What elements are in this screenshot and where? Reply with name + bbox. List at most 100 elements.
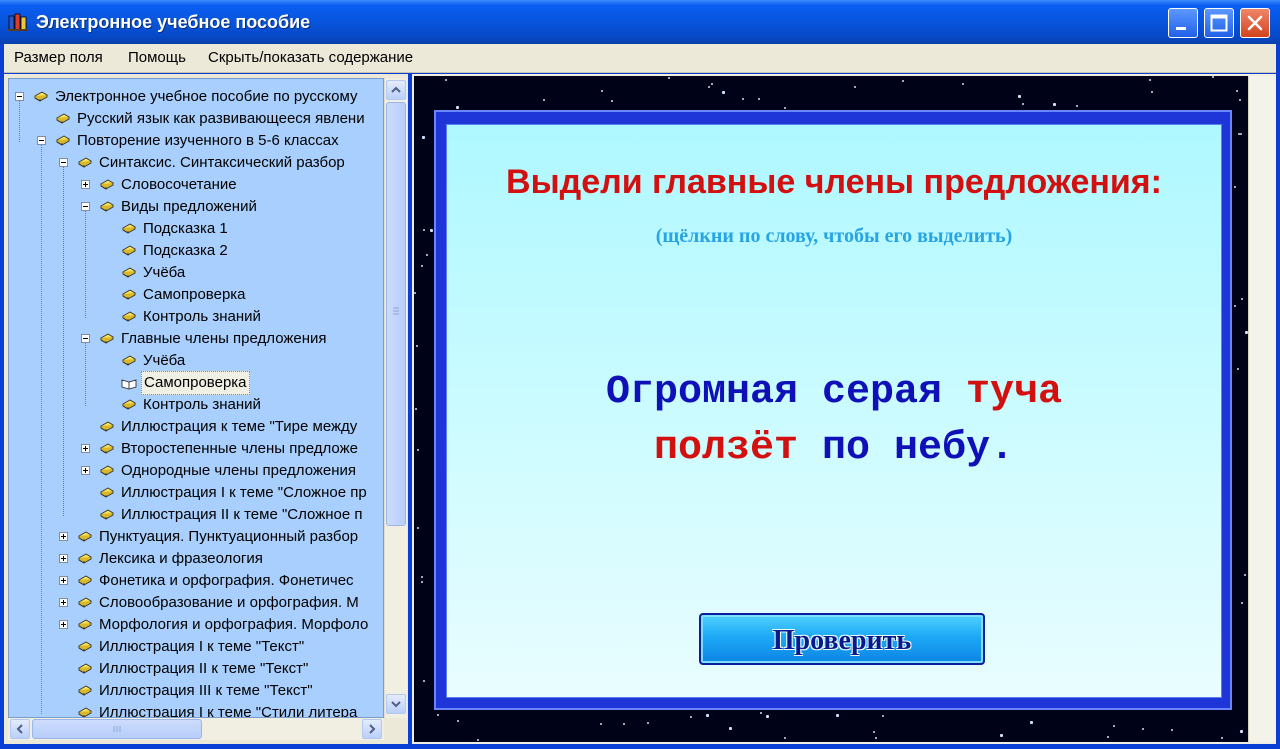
exercise-frame: Выдели главные члены предложения: (щёлкн…: [434, 110, 1232, 710]
star-decoration: [875, 737, 877, 739]
star-decoration: [1142, 728, 1144, 730]
star-decoration: [421, 581, 423, 583]
tree-item-label: Синтаксис. Синтаксический разбор: [99, 154, 345, 171]
star-decoration: [1234, 305, 1236, 307]
star-decoration: [758, 98, 760, 100]
check-button[interactable]: Проверить: [699, 613, 985, 665]
scroll-left-button[interactable]: [10, 719, 30, 739]
closed-book-icon: [100, 201, 114, 212]
tree-item-label: Словосочетание: [121, 176, 237, 193]
expand-icon[interactable]: [59, 554, 68, 563]
closed-book-icon: [56, 135, 70, 146]
scroll-right-button[interactable]: [362, 719, 382, 739]
menu-toggle-contents[interactable]: Скрыть/показать содержание: [208, 49, 413, 66]
star-decoration: [611, 100, 613, 102]
maximize-button[interactable]: [1204, 8, 1234, 38]
collapse-icon[interactable]: [37, 136, 46, 145]
expand-icon[interactable]: [59, 576, 68, 585]
tree-item-label: Пунктуация. Пунктуационный разбор: [99, 528, 359, 545]
sentence-line: Огромная серая туча: [447, 365, 1221, 421]
star-decoration: [423, 680, 425, 682]
star-decoration: [445, 79, 447, 81]
expand-icon[interactable]: [59, 532, 68, 541]
star-decoration: [422, 136, 425, 139]
chevron-up-icon: [391, 86, 401, 93]
tree-item-label: Электронное учебное пособие по русскому: [55, 88, 358, 105]
star-decoration: [1171, 729, 1173, 731]
expand-icon[interactable]: [81, 466, 90, 475]
tree-item-label: Словообразование и орфография. М: [99, 594, 359, 611]
chevron-left-icon: [16, 724, 23, 734]
tree-item-label: Иллюстрация к теме "Тире между: [121, 418, 358, 435]
close-icon: [1247, 15, 1263, 31]
tree-item-label: Контроль знаний: [143, 308, 261, 325]
menu-help[interactable]: Помощь: [128, 49, 186, 66]
collapse-icon[interactable]: [15, 92, 24, 101]
tree-item-label: Виды предложений: [121, 198, 257, 215]
maximize-icon: [1210, 14, 1228, 32]
tree-guide-line: [19, 98, 20, 142]
title-bar[interactable]: Электронное учебное пособие: [0, 0, 1280, 44]
closed-book-icon: [78, 597, 92, 608]
chevron-right-icon: [369, 724, 376, 734]
closed-book-icon: [100, 487, 114, 498]
tree-item-label: Иллюстрация III к теме "Текст": [99, 682, 313, 699]
expand-icon[interactable]: [81, 180, 90, 189]
exercise-card: Выдели главные члены предложения: (щёлкн…: [446, 124, 1222, 698]
scroll-up-button[interactable]: [386, 80, 406, 100]
closed-book-icon: [34, 91, 48, 102]
star-decoration: [882, 715, 884, 717]
chevron-down-icon: [391, 701, 401, 708]
selected-word[interactable]: туча: [966, 370, 1062, 415]
star-decoration: [1053, 103, 1056, 106]
collapse-icon[interactable]: [81, 202, 90, 211]
selected-word[interactable]: ползёт: [654, 426, 798, 471]
menu-field-size[interactable]: Размер поля: [14, 49, 103, 66]
star-decoration: [729, 727, 732, 730]
closed-book-icon: [122, 311, 136, 322]
star-decoration: [690, 716, 692, 718]
expand-icon[interactable]: [59, 598, 68, 607]
expand-icon[interactable]: [59, 620, 68, 629]
star-decoration: [742, 98, 744, 100]
word[interactable]: серая: [822, 370, 942, 415]
scroll-down-button[interactable]: [386, 694, 406, 714]
window-title: Электронное учебное пособие: [36, 12, 311, 32]
closed-book-icon: [122, 289, 136, 300]
closed-book-icon: [100, 333, 114, 344]
star-decoration: [417, 527, 419, 529]
horizontal-scroll-thumb[interactable]: [32, 719, 202, 739]
tree-guide-line: [85, 340, 86, 406]
contents-tree[interactable]: Электронное учебное пособие по русскому Р…: [8, 78, 384, 718]
tree-vertical-scrollbar[interactable]: [384, 78, 407, 718]
star-decoration: [415, 408, 417, 410]
minimize-button[interactable]: [1168, 8, 1198, 38]
star-decoration: [417, 449, 419, 451]
star-decoration: [1113, 725, 1115, 727]
closed-book-icon: [100, 421, 114, 432]
expand-icon[interactable]: [81, 444, 90, 453]
close-button[interactable]: [1240, 8, 1270, 38]
tree-item-label: Главные члены предложения: [121, 330, 327, 347]
closed-book-icon: [78, 531, 92, 542]
collapse-icon[interactable]: [81, 334, 90, 343]
scroll-thumb[interactable]: [386, 102, 406, 526]
tree-item-label: Однородные члены предложения: [121, 462, 357, 479]
menu-bar: Размер поля Помощь Скрыть/показать содер…: [4, 44, 1276, 73]
star-decoration: [1030, 721, 1033, 724]
word[interactable]: Огромная: [606, 370, 798, 415]
word[interactable]: небу.: [894, 426, 1014, 471]
star-decoration: [1237, 368, 1239, 370]
star-decoration: [600, 723, 602, 725]
star-decoration: [1234, 186, 1236, 188]
tree-item-label: Подсказка 1: [143, 220, 228, 237]
content-pane: Выдели главные члены предложения: (щёлкн…: [412, 74, 1276, 744]
exercise-sentence: Огромная серая туча ползёт по небу.: [447, 365, 1221, 477]
star-decoration: [1107, 736, 1109, 738]
star-decoration: [706, 714, 709, 717]
word[interactable]: по: [822, 426, 870, 471]
star-decoration: [421, 265, 423, 267]
collapse-icon[interactable]: [59, 158, 68, 167]
tree-item-label: Морфология и орфография. Морфоло: [99, 616, 369, 633]
tree-horizontal-scrollbar[interactable]: [8, 718, 384, 740]
